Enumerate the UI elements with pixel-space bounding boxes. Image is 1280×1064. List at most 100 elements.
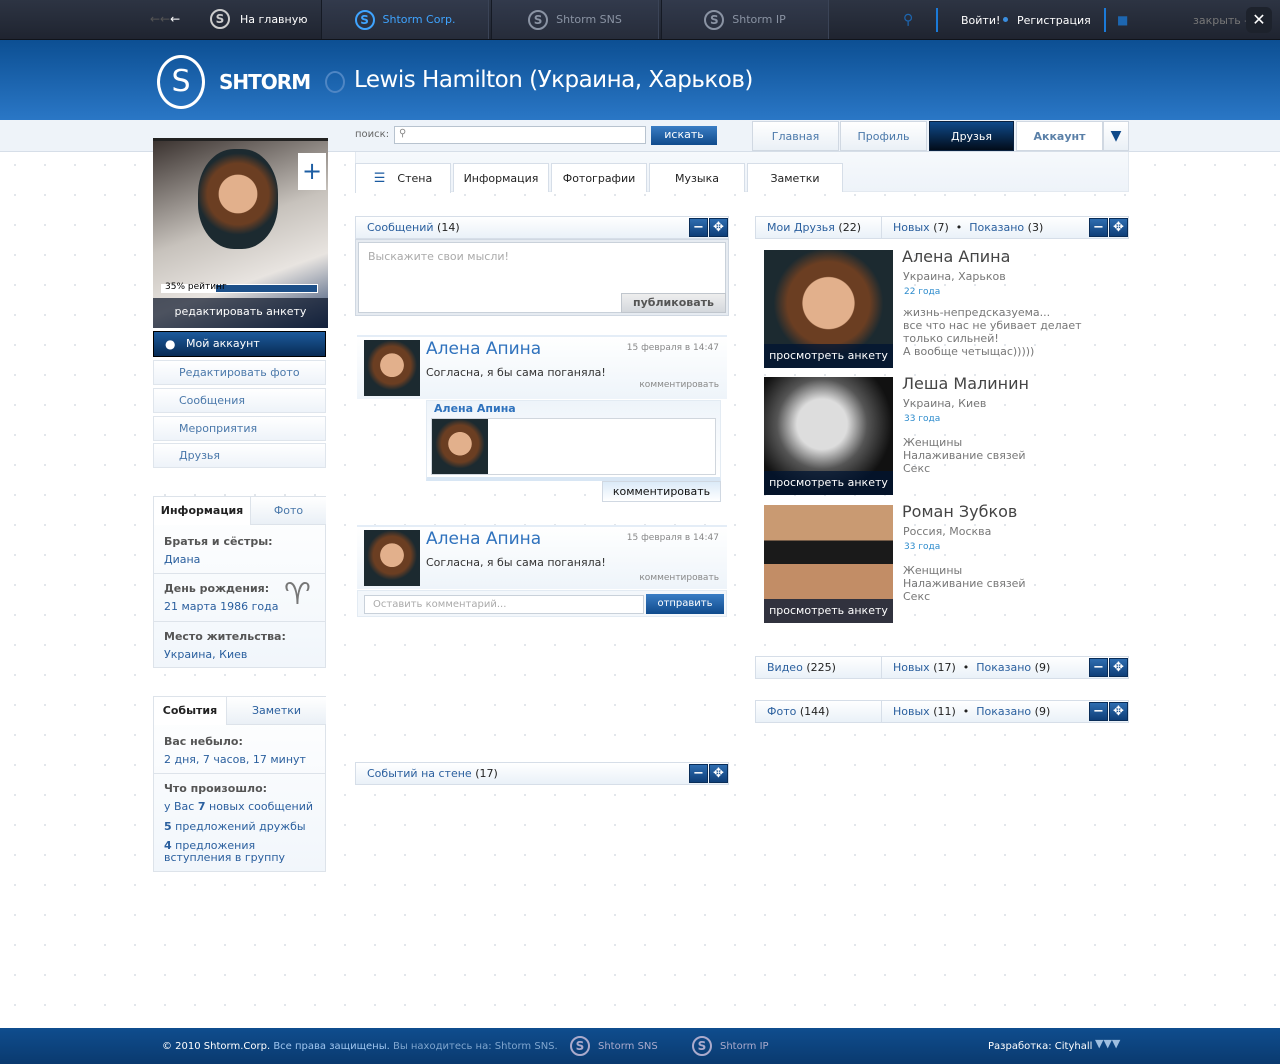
- add-photo-button[interactable]: +: [298, 153, 326, 190]
- home-link[interactable]: S На главную: [210, 9, 308, 29]
- friends-link[interactable]: Мои Друзья: [767, 221, 835, 234]
- post-author[interactable]: Алена Апина: [426, 529, 541, 549]
- author-avatar[interactable]: [364, 530, 420, 586]
- nav-tab-profile[interactable]: Профиль: [840, 121, 927, 151]
- back-arrows-icon[interactable]: ←←←: [150, 12, 180, 26]
- wall-events-link[interactable]: Событий на стене: [367, 767, 472, 780]
- publish-button[interactable]: публиковать: [621, 293, 726, 313]
- sidebar-item-events[interactable]: Мероприятия: [153, 416, 326, 441]
- minus-icon: −: [1093, 220, 1104, 235]
- footer-link-ip[interactable]: S Shtorm IP: [692, 1036, 769, 1056]
- comment-author[interactable]: Алена Апина: [434, 402, 516, 415]
- friend-name[interactable]: Алена Апина: [902, 247, 1010, 266]
- footer-link-sns[interactable]: S Shtorm SNS: [570, 1036, 658, 1056]
- shown-link[interactable]: Показано: [969, 221, 1024, 234]
- tab-photo[interactable]: Фото: [250, 497, 326, 525]
- search-label: поиск:: [355, 129, 390, 140]
- move-button[interactable]: ✥: [1109, 702, 1128, 721]
- friend-photo[interactable]: просмотреть анкету: [764, 377, 893, 495]
- residence-label: Место жительства:: [164, 630, 286, 643]
- header-banner: S SHTORM Lewis Hamilton (Украина, Харько…: [0, 40, 1280, 120]
- photo-header: Фото (144) Новых (11) • Показано (9) − ✥: [755, 700, 1129, 723]
- nav-dropdown-button[interactable]: ▼: [1103, 121, 1129, 151]
- nav-tab-home[interactable]: Главная: [752, 121, 839, 151]
- new-messages-link[interactable]: у Вас 7 новых сообщений: [164, 800, 313, 813]
- profile-face: [198, 149, 278, 249]
- comment-input[interactable]: Оставить комментарий...: [364, 595, 644, 614]
- post-author[interactable]: Алена Апина: [426, 339, 541, 359]
- video-link[interactable]: Видео: [767, 661, 803, 674]
- wall-post: Алена Апина 15 февраля в 14:47 Согласна,…: [357, 335, 727, 399]
- search-icon: ⚲: [399, 128, 407, 139]
- edit-profile-button[interactable]: редактировать анкету: [153, 298, 328, 328]
- footer: © 2010 Shtorm.Corp. Все права защищены. …: [0, 1028, 1280, 1064]
- nav-tab-friends[interactable]: Друзья: [929, 121, 1014, 151]
- tab-info[interactable]: Информация: [154, 497, 250, 525]
- group-invites-link[interactable]: 4 предложения вступления в группу: [164, 840, 314, 864]
- friend-photo[interactable]: просмотреть анкету: [764, 505, 893, 623]
- shtorm-logo-icon: S: [570, 1036, 590, 1056]
- subtab-info[interactable]: Информация: [453, 163, 549, 192]
- comment-button[interactable]: комментировать: [602, 481, 721, 502]
- move-button[interactable]: ✥: [1109, 658, 1128, 677]
- friend-requests-link[interactable]: 5 предложений дружбы: [164, 820, 306, 833]
- logo-text: SHTORM: [219, 70, 311, 94]
- sidebar-item-messages[interactable]: Сообщения: [153, 388, 326, 413]
- residence-value[interactable]: Украина, Киев: [164, 648, 247, 661]
- comment-link[interactable]: комментировать: [639, 380, 719, 390]
- tab-shtorm-sns[interactable]: S Shtorm SNS: [491, 0, 659, 39]
- new-link[interactable]: Новых: [893, 705, 930, 718]
- move-arrows-icon: ✥: [1113, 220, 1124, 235]
- new-link[interactable]: Новых: [893, 661, 930, 674]
- sidebar-item-friends[interactable]: Друзья: [153, 443, 326, 468]
- close-button[interactable]: ✕: [1246, 7, 1272, 33]
- collapse-button[interactable]: −: [1089, 702, 1108, 721]
- collapse-button[interactable]: −: [689, 764, 708, 783]
- subtab-music[interactable]: Музыка: [649, 163, 745, 192]
- move-button[interactable]: ✥: [709, 218, 728, 237]
- author-avatar[interactable]: [364, 340, 420, 396]
- nav-tab-account[interactable]: Аккаунт: [1016, 121, 1103, 151]
- login-link[interactable]: Войти!: [961, 14, 1000, 27]
- tab-shtorm-ip[interactable]: S Shtorm IP: [661, 0, 829, 39]
- friend-name[interactable]: Леша Малинин: [902, 374, 1029, 393]
- move-button[interactable]: ✥: [1109, 218, 1128, 237]
- shown-link[interactable]: Показано: [976, 661, 1031, 674]
- photo-link[interactable]: Фото: [767, 705, 796, 718]
- view-profile-button[interactable]: просмотреть анкету: [764, 599, 893, 623]
- siblings-value[interactable]: Диана: [164, 553, 200, 566]
- move-arrows-icon: ✥: [713, 766, 724, 781]
- new-link[interactable]: Новых: [893, 221, 930, 234]
- birthday-value[interactable]: 21 марта 1986 года: [164, 600, 279, 613]
- search-button[interactable]: искать: [651, 126, 717, 145]
- register-link[interactable]: Регистрация: [1017, 14, 1091, 27]
- friend-desc: Женщины Налаживание связей Секс: [903, 564, 1026, 603]
- collapse-button[interactable]: −: [689, 218, 708, 237]
- subtab-photos[interactable]: Фотографии: [551, 163, 647, 192]
- search-input[interactable]: ⚲: [394, 126, 646, 144]
- friend-name[interactable]: Роман Зубков: [902, 502, 1017, 521]
- tab-shtorm-corp[interactable]: S Shtorm Corp.: [321, 0, 489, 39]
- comment-link[interactable]: комментировать: [639, 573, 719, 583]
- tab-notes[interactable]: Заметки: [226, 697, 326, 725]
- subtab-notes[interactable]: Заметки: [747, 163, 843, 192]
- view-profile-button[interactable]: просмотреть анкету: [764, 471, 893, 495]
- aries-ram-icon: ♈: [284, 577, 311, 612]
- comment-avatar[interactable]: [432, 419, 488, 474]
- divider: [1104, 8, 1106, 32]
- tab-events[interactable]: События: [154, 697, 226, 725]
- messages-link[interactable]: Сообщений: [367, 221, 434, 234]
- move-arrows-icon: ✥: [1113, 660, 1124, 675]
- user-icon: ■: [1117, 13, 1129, 27]
- send-button[interactable]: отправить: [646, 594, 724, 614]
- friend-photo[interactable]: просмотреть анкету: [764, 250, 893, 368]
- view-profile-button[interactable]: просмотреть анкету: [764, 344, 893, 368]
- collapse-button[interactable]: −: [1089, 218, 1108, 237]
- developer-credit[interactable]: Разработка: Cityhall: [988, 1041, 1092, 1052]
- sidebar-item-edit-photo[interactable]: Редактировать фото: [153, 360, 326, 385]
- move-button[interactable]: ✥: [709, 764, 728, 783]
- my-account-button[interactable]: ● Мой аккаунт: [153, 331, 326, 357]
- collapse-button[interactable]: −: [1089, 658, 1108, 677]
- subtab-wall[interactable]: ☰ Стена: [355, 163, 451, 193]
- shown-link[interactable]: Показано: [976, 705, 1031, 718]
